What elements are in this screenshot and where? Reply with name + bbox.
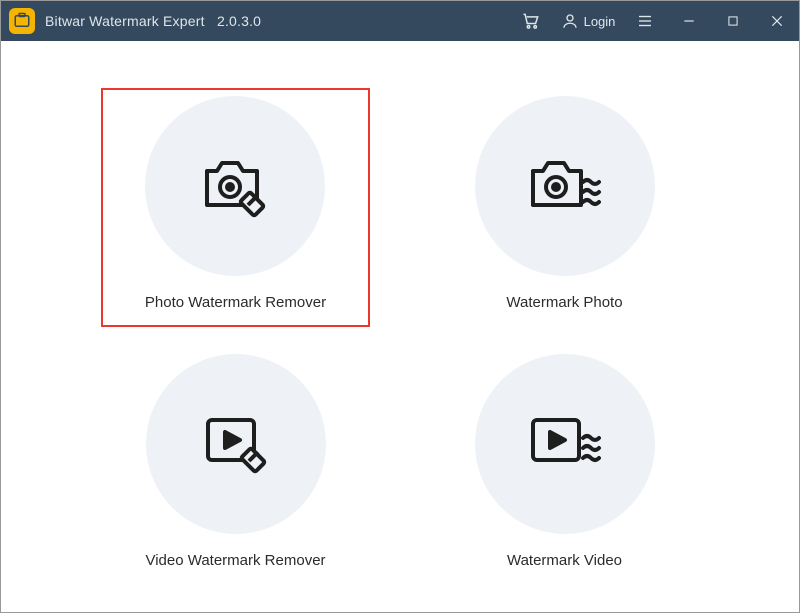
main-content: Photo Watermark Remover Watermark Photo: [1, 41, 799, 612]
user-icon: [561, 12, 579, 30]
card-video-watermark-remover[interactable]: Video Watermark Remover: [145, 354, 325, 569]
camera-waves-icon: [527, 154, 603, 218]
card-watermark-video[interactable]: Watermark Video: [475, 354, 655, 569]
minimize-icon: [681, 13, 697, 29]
app-name-text: Bitwar Watermark Expert: [45, 13, 205, 29]
menu-button[interactable]: [623, 1, 667, 41]
minimize-button[interactable]: [667, 1, 711, 41]
titlebar: Bitwar Watermark Expert 2.0.3.0 Login: [1, 1, 799, 41]
card-icon-circle: [145, 96, 325, 276]
card-label: Photo Watermark Remover: [145, 294, 326, 311]
close-icon: [769, 13, 785, 29]
login-button[interactable]: Login: [553, 12, 623, 30]
close-button[interactable]: [755, 1, 799, 41]
card-label: Watermark Photo: [506, 294, 622, 311]
card-icon-circle: [475, 96, 655, 276]
cart-icon: [521, 11, 541, 31]
card-icon-circle: [475, 354, 655, 534]
card-icon-circle: [146, 354, 326, 534]
cart-button[interactable]: [509, 1, 553, 41]
video-waves-icon: [527, 412, 603, 476]
app-version-text: 2.0.3.0: [217, 13, 261, 29]
app-title: Bitwar Watermark Expert 2.0.3.0: [45, 13, 261, 29]
menu-icon: [636, 12, 654, 30]
card-watermark-photo[interactable]: Watermark Photo: [475, 96, 655, 311]
card-label: Watermark Video: [507, 552, 622, 569]
card-photo-watermark-remover[interactable]: Photo Watermark Remover: [103, 90, 368, 325]
app-logo-icon: [13, 12, 31, 30]
maximize-button[interactable]: [711, 1, 755, 41]
login-label: Login: [584, 14, 616, 29]
card-label: Video Watermark Remover: [145, 552, 325, 569]
video-erase-icon: [200, 412, 272, 476]
app-logo: [9, 8, 35, 34]
camera-erase-icon: [199, 154, 271, 218]
app-window: Bitwar Watermark Expert 2.0.3.0 Login: [0, 0, 800, 613]
maximize-icon: [726, 14, 740, 28]
